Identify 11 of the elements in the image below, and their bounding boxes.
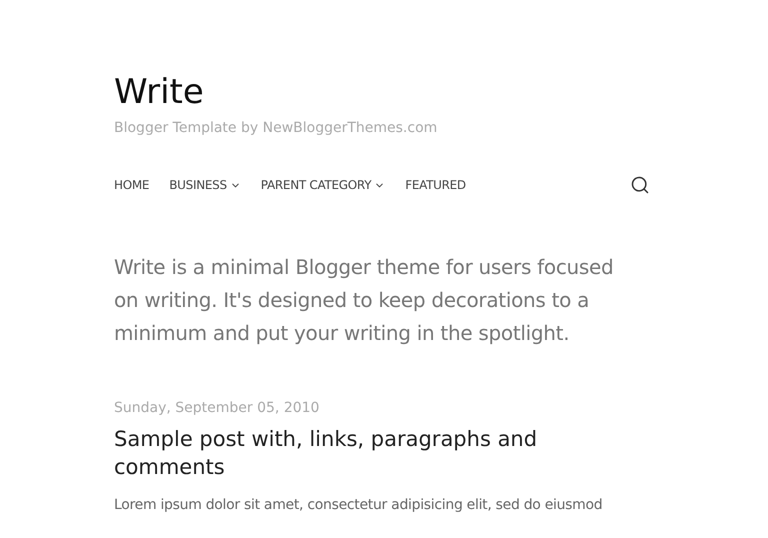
search-button[interactable] [630, 175, 650, 195]
post-excerpt: Lorem ipsum dolor sit amet, consectetur adipisicing elit, sed do eiusmod [114, 496, 602, 515]
site-tagline: Blogger Template by NewBloggerThemes.com [114, 119, 438, 138]
site-title[interactable]: Write [114, 72, 204, 112]
nav-link[interactable]: HOME [114, 176, 150, 194]
post-date: Sunday, September 05, 2010 [114, 399, 320, 418]
nav-link[interactable]: FEATURED [405, 176, 466, 194]
nav-link[interactable]: PARENT CATEGORY [260, 176, 386, 194]
nav-link[interactable]: BUSINESS [169, 176, 241, 194]
intro-text: Write is a minimal Blogger theme for users focused on writing. It's designed to keep decorations to a minimum and put your writing in the spotlight. [114, 254, 614, 347]
post-title[interactable]: Sample post with, links, paragraphs and comments [114, 425, 544, 481]
